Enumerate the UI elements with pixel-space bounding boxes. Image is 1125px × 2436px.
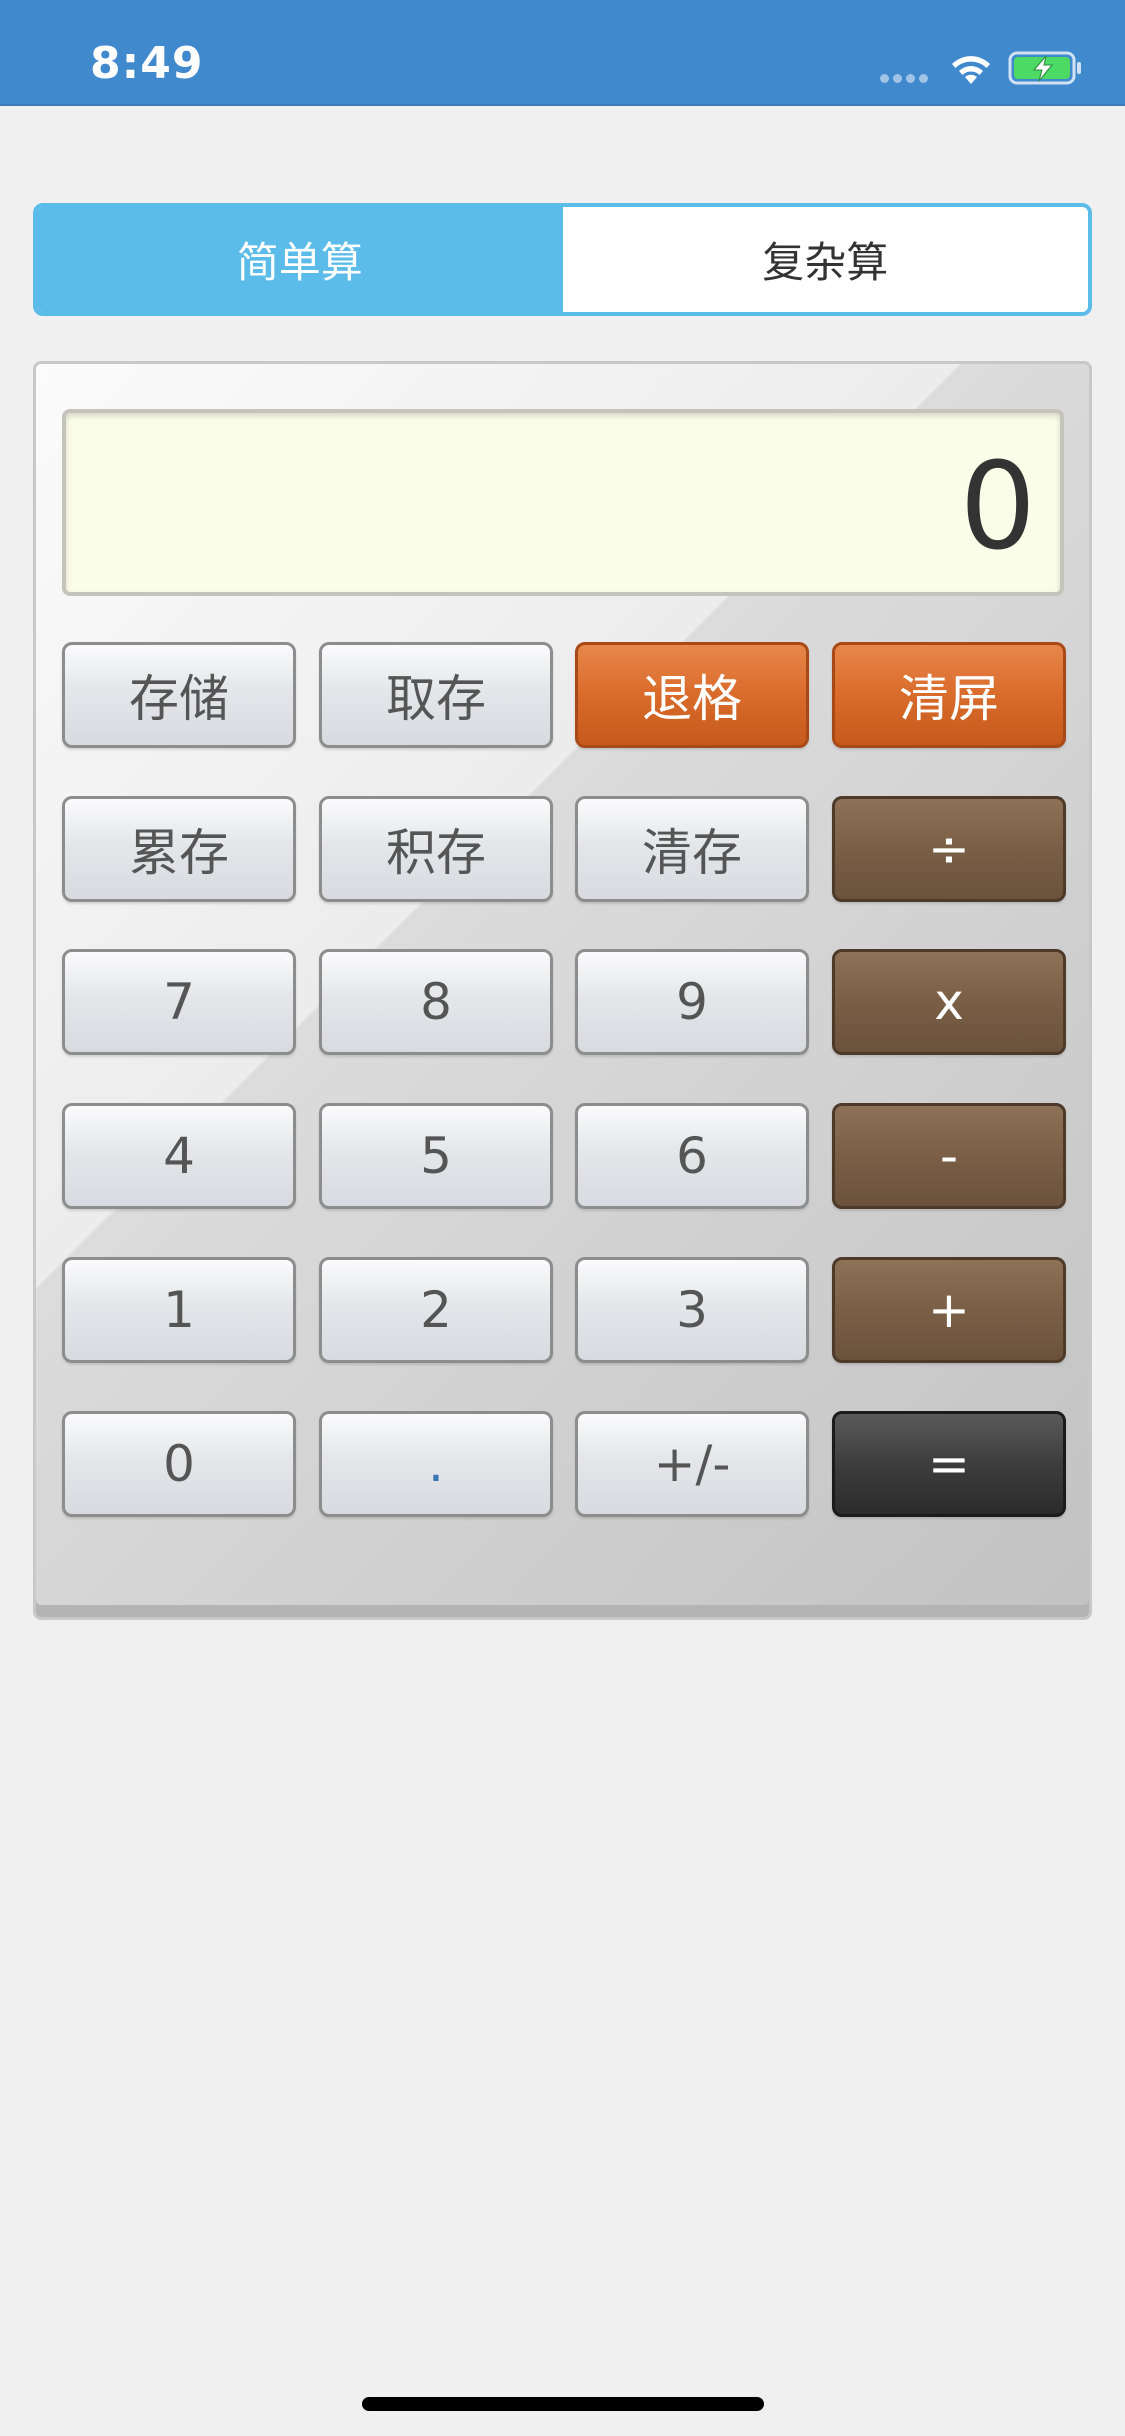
mode-tabs: 简单算 复杂算 <box>33 203 1092 316</box>
divide-button[interactable]: ÷ <box>832 796 1066 902</box>
status-time: 8:49 <box>90 38 204 89</box>
digit-1-button[interactable]: 1 <box>62 1257 296 1363</box>
digit-5-button[interactable]: 5 <box>319 1103 553 1209</box>
digit-2-button[interactable]: 2 <box>319 1257 553 1363</box>
digit-0-button[interactable]: 0 <box>62 1411 296 1517</box>
equals-button[interactable]: = <box>832 1411 1066 1517</box>
digit-6-button[interactable]: 6 <box>575 1103 809 1209</box>
calculator-panel: 0 存储 取存 退格 清屏 累存 积存 清存 ÷ 7 8 9 x 4 5 6 -… <box>33 361 1092 1620</box>
recall-button[interactable]: 取存 <box>319 642 553 748</box>
calculator-display: 0 <box>62 409 1064 596</box>
multiply-button[interactable]: x <box>832 949 1066 1055</box>
digit-4-button[interactable]: 4 <box>62 1103 296 1209</box>
clear-button[interactable]: 清屏 <box>832 642 1066 748</box>
memory-clear-button[interactable]: 清存 <box>575 796 809 902</box>
tab-complex[interactable]: 复杂算 <box>562 207 1088 312</box>
battery-charging-icon <box>1008 51 1081 85</box>
wifi-icon <box>952 56 990 84</box>
digit-3-button[interactable]: 3 <box>575 1257 809 1363</box>
home-indicator[interactable] <box>362 2397 764 2411</box>
tab-simple[interactable]: 简单算 <box>37 207 563 312</box>
negate-button[interactable]: +/- <box>575 1411 809 1517</box>
backspace-button[interactable]: 退格 <box>575 642 809 748</box>
store-button[interactable]: 存储 <box>62 642 296 748</box>
digit-7-button[interactable]: 7 <box>62 949 296 1055</box>
decimal-label: . <box>428 1435 444 1493</box>
decimal-button[interactable]: . <box>319 1411 553 1517</box>
digit-8-button[interactable]: 8 <box>319 949 553 1055</box>
add-button[interactable]: + <box>832 1257 1066 1363</box>
memory-add-button[interactable]: 累存 <box>62 796 296 902</box>
status-bar: 8:49 <box>0 0 1125 106</box>
memory-multiply-button[interactable]: 积存 <box>319 796 553 902</box>
signal-dots-icon <box>880 74 928 83</box>
digit-9-button[interactable]: 9 <box>575 949 809 1055</box>
subtract-button[interactable]: - <box>832 1103 1066 1209</box>
